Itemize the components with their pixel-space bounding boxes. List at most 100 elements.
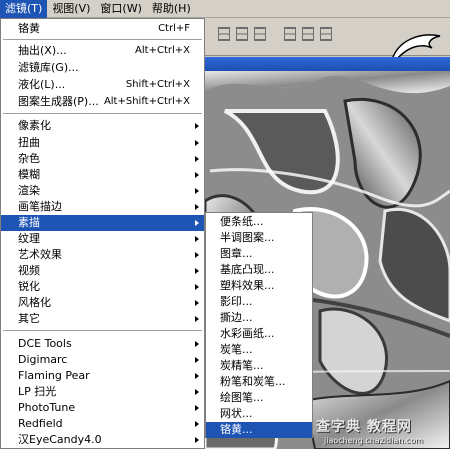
menu-item-label: 杂色 — [18, 152, 40, 165]
menu-item-video[interactable]: 视频 — [1, 263, 204, 279]
document-titlebar[interactable] — [205, 57, 450, 71]
menu-item-label: 扭曲 — [18, 136, 40, 149]
menu-item-last-filter[interactable]: 铬黄 Ctrl+F — [1, 21, 204, 37]
menu-item-sharpen[interactable]: 锐化 — [1, 279, 204, 295]
menu-item-stylize[interactable]: 风格化 — [1, 295, 204, 311]
submenu-arrow-icon — [195, 156, 199, 162]
menu-item-pattern-maker[interactable]: 图案生成器(P)... Alt+Shift+Ctrl+X — [1, 94, 204, 110]
submenu-item-water-paper[interactable]: 水彩画纸... — [206, 326, 312, 342]
menu-item-render[interactable]: 渲染 — [1, 183, 204, 199]
submenu-arrow-icon — [195, 341, 199, 347]
separator — [3, 39, 202, 40]
menu-item-blur[interactable]: 模糊 — [1, 167, 204, 183]
submenu-arrow-icon — [195, 123, 199, 129]
menu-item-label: 滤镜库(G)... — [18, 61, 79, 74]
menu-item-sketch[interactable]: 素描 — [1, 215, 204, 231]
menu-item-label: 纹理 — [18, 232, 40, 245]
menu-item-label: 画笔描边 — [18, 200, 62, 213]
menu-item-pixelate[interactable]: 像素化 — [1, 118, 204, 134]
menu-item-label: 素描 — [18, 216, 40, 229]
separator — [3, 330, 202, 331]
submenu-arrow-icon — [195, 437, 199, 443]
menu-item-label: 汉EyeCandy4.0 — [18, 433, 102, 446]
menu-item-label: 锐化 — [18, 280, 40, 293]
menu-item-texture[interactable]: 纹理 — [1, 231, 204, 247]
submenu-item-reticulation[interactable]: 网状... — [206, 406, 312, 422]
menu-help[interactable]: 帮助(H) — [147, 0, 196, 18]
menu-item-label: Flaming Pear — [18, 369, 90, 382]
menu-item-label: 图案生成器(P)... — [18, 95, 99, 108]
submenu-arrow-icon — [195, 268, 199, 274]
menu-item-digimarc[interactable]: Digimarc — [1, 352, 204, 368]
menu-item-filter-gallery[interactable]: 滤镜库(G)... — [1, 60, 204, 76]
menu-item-label: PhotoTune — [18, 401, 76, 414]
submenu-item-bas-relief[interactable]: 基底凸现... — [206, 262, 312, 278]
menu-item-phototune[interactable]: PhotoTune — [1, 400, 204, 416]
submenu-item-graphic-pen[interactable]: 绘图笔... — [206, 390, 312, 406]
menu-item-label: DCE Tools — [18, 337, 72, 350]
submenu-item-charcoal[interactable]: 炭笔... — [206, 342, 312, 358]
submenu-item-halftone-pattern[interactable]: 半调图案... — [206, 230, 312, 246]
menu-item-label: 渲染 — [18, 184, 40, 197]
menu-window[interactable]: 窗口(W) — [95, 0, 146, 18]
distribute-left-icon[interactable] — [284, 27, 296, 41]
separator — [3, 113, 202, 114]
submenu-item-note-paper[interactable]: 便条纸... — [206, 214, 312, 230]
submenu-item-chrome[interactable]: 铬黄... — [206, 422, 312, 438]
sketch-submenu: 便条纸... 半调图案... 图章... 基底凸现... 塑料效果... 影印.… — [205, 212, 313, 438]
menu-item-label: 其它 — [18, 312, 40, 325]
watermark-url: jiaocheng.chazidian.com — [324, 436, 424, 445]
submenu-item-conte-crayon[interactable]: 炭精笔... — [206, 358, 312, 374]
shortcut-label: Ctrl+F — [158, 23, 190, 34]
submenu-arrow-icon — [195, 172, 199, 178]
distribute-hcenter-icon[interactable] — [302, 27, 314, 41]
site-watermark: 查字典 教程网 jiaocheng.chazidian.com — [316, 416, 448, 448]
menu-item-redfield[interactable]: Redfield — [1, 416, 204, 432]
submenu-arrow-icon — [195, 188, 199, 194]
menu-item-label: LP 扫光 — [18, 385, 57, 398]
menu-item-eyecandy[interactable]: 汉EyeCandy4.0 — [1, 432, 204, 448]
menu-item-brush-strokes[interactable]: 画笔描边 — [1, 199, 204, 215]
menu-item-liquify[interactable]: 液化(L)... Shift+Ctrl+X — [1, 77, 204, 93]
submenu-arrow-icon — [195, 236, 199, 242]
menubar: 滤镜(T) 视图(V) 窗口(W) 帮助(H) — [0, 0, 450, 18]
align-vcenter-icon[interactable] — [236, 27, 248, 41]
menu-item-label: 抽出(X)... — [18, 44, 67, 57]
submenu-item-photocopy[interactable]: 影印... — [206, 294, 312, 310]
align-top-icon[interactable] — [218, 27, 230, 41]
menu-item-label: 像素化 — [18, 119, 51, 132]
menu-item-other[interactable]: 其它 — [1, 311, 204, 327]
submenu-arrow-icon — [195, 421, 199, 427]
submenu-item-torn-edges[interactable]: 撕边... — [206, 310, 312, 326]
menu-item-lp-scan[interactable]: LP 扫光 — [1, 384, 204, 400]
menu-item-label: Digimarc — [18, 353, 68, 366]
menu-item-extract[interactable]: 抽出(X)... Alt+Ctrl+X — [1, 43, 204, 59]
watermark-title: 查字典 教程网 — [316, 419, 412, 435]
submenu-arrow-icon — [195, 357, 199, 363]
menu-item-label: 液化(L)... — [18, 78, 66, 91]
submenu-item-plaster[interactable]: 塑料效果... — [206, 278, 312, 294]
menu-view[interactable]: 视图(V) — [47, 0, 95, 18]
menu-item-distort[interactable]: 扭曲 — [1, 135, 204, 151]
menu-item-flaming-pear[interactable]: Flaming Pear — [1, 368, 204, 384]
submenu-item-stamp[interactable]: 图章... — [206, 246, 312, 262]
menu-item-label: 模糊 — [18, 168, 40, 181]
menu-item-artistic[interactable]: 艺术效果 — [1, 247, 204, 263]
shortcut-label: Alt+Ctrl+X — [135, 45, 190, 56]
align-bottom-icon[interactable] — [254, 27, 266, 41]
menu-item-label: 艺术效果 — [18, 248, 62, 261]
menu-item-label: 视频 — [18, 264, 40, 277]
menu-item-dce-tools[interactable]: DCE Tools — [1, 336, 204, 352]
shortcut-label: Alt+Shift+Ctrl+X — [103, 96, 190, 107]
submenu-arrow-icon — [195, 220, 199, 226]
menu-filter[interactable]: 滤镜(T) — [0, 0, 48, 18]
distribute-right-icon[interactable] — [320, 27, 332, 41]
submenu-item-chalk-charcoal[interactable]: 粉笔和炭笔... — [206, 374, 312, 390]
submenu-arrow-icon — [195, 252, 199, 258]
align-icons — [218, 27, 332, 41]
submenu-arrow-icon — [195, 389, 199, 395]
submenu-arrow-icon — [195, 140, 199, 146]
menu-item-noise[interactable]: 杂色 — [1, 151, 204, 167]
submenu-arrow-icon — [195, 284, 199, 290]
menu-item-label: 铬黄 — [18, 22, 40, 35]
